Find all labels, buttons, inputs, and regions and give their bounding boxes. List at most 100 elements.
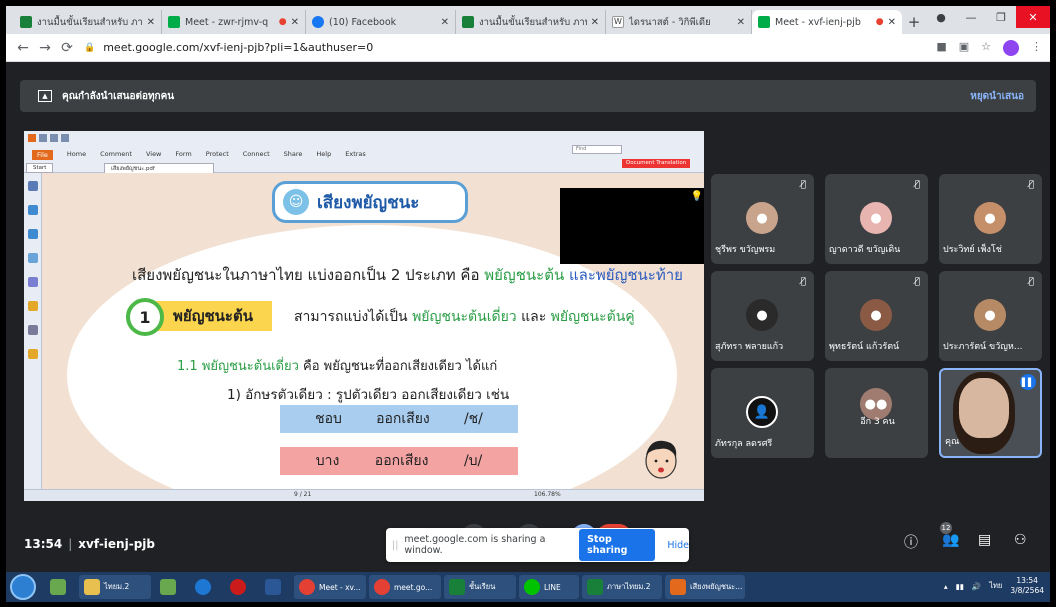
recording-icon: ● bbox=[278, 17, 287, 27]
participant-tile[interactable]: 🎙̸ ● ประภารัตน์ ขวัญห... bbox=[939, 271, 1042, 361]
participant-tile[interactable]: 🎙̸ ● ชุรีพร ขวัญพรม bbox=[711, 174, 814, 264]
close-tab-icon[interactable]: ✕ bbox=[888, 17, 896, 28]
page-indicator[interactable]: 9 / 21 bbox=[294, 491, 311, 498]
find-input[interactable]: Find bbox=[572, 145, 622, 154]
tab-classroom-1[interactable]: งานมื้นขั้นเรียนสำหรับ ภาษา ✕ bbox=[14, 10, 162, 34]
camera-indicator-icon[interactable]: ■ bbox=[936, 40, 946, 56]
close-tab-icon[interactable]: ✕ bbox=[591, 17, 599, 28]
hand-tool-icon[interactable] bbox=[28, 181, 38, 191]
participant-tile[interactable]: 👤 ภัทรกุล ลดรศรี bbox=[711, 368, 814, 458]
self-participant-tile[interactable]: ▌▌ คุณ bbox=[939, 368, 1042, 458]
avatar: ● bbox=[974, 202, 1006, 234]
tab-facebook[interactable]: (10) Facebook ✕ bbox=[306, 10, 456, 34]
shared-window: File Home Comment View Form Protect Conn… bbox=[24, 131, 704, 501]
menu-connect[interactable]: Connect bbox=[243, 150, 270, 160]
more-participants-tile[interactable]: ●● อีก 3 คน bbox=[825, 368, 928, 458]
menu-view[interactable]: View bbox=[146, 150, 161, 160]
profile-avatar[interactable] bbox=[1003, 39, 1019, 56]
maximize-button[interactable]: ❐ bbox=[986, 6, 1016, 28]
participant-tile[interactable]: 🎙̸ ● พุทธรัตน์ แก้วรัตน์ bbox=[825, 271, 928, 361]
print-icon[interactable] bbox=[50, 134, 58, 142]
menu-comment[interactable]: Comment bbox=[100, 150, 132, 160]
taskbar-item[interactable]: Meet - xv... bbox=[294, 575, 366, 599]
activities-icon[interactable]: ⚇ bbox=[1014, 532, 1027, 548]
minimize-button[interactable]: — bbox=[956, 6, 986, 28]
menu-file[interactable]: File bbox=[32, 150, 53, 160]
tray-arrow-icon[interactable]: ▴ bbox=[944, 582, 948, 591]
participant-tile[interactable]: 🎙̸ ● สุภัทรา พลายแก้ว bbox=[711, 271, 814, 361]
save-icon[interactable] bbox=[39, 134, 47, 142]
document-translation-button[interactable]: Document Translation bbox=[622, 159, 691, 168]
hide-button[interactable]: Hide bbox=[667, 540, 689, 551]
pages-icon[interactable] bbox=[28, 205, 38, 215]
cartoon-boy-illustration bbox=[645, 440, 677, 479]
taskbar-item[interactable]: meet.go... bbox=[369, 575, 441, 599]
taskbar-item[interactable]: ไทยม.2 bbox=[79, 575, 151, 599]
zoom-level[interactable]: 106.78% bbox=[534, 491, 561, 498]
tools-icon[interactable] bbox=[28, 325, 38, 335]
doc-tab-start[interactable]: Start bbox=[26, 163, 54, 173]
close-tab-icon[interactable]: ✕ bbox=[441, 17, 449, 28]
bookmarks-icon[interactable] bbox=[28, 229, 38, 239]
menu-share[interactable]: Share bbox=[284, 150, 303, 160]
present-screen-icon: ▲ bbox=[38, 90, 52, 102]
menu-protect[interactable]: Protect bbox=[206, 150, 229, 160]
new-tab-button[interactable]: + bbox=[902, 10, 926, 34]
menu-help[interactable]: Help bbox=[316, 150, 331, 160]
taskbar-item[interactable]: ภาษาไทยม.2 bbox=[582, 575, 662, 599]
volume-icon[interactable]: 🔊 bbox=[972, 582, 981, 591]
tab-wikipedia[interactable]: W ไดรนาสต์ - วิกิพีเดีย ✕ bbox=[606, 10, 752, 34]
close-tab-icon[interactable]: ✕ bbox=[737, 17, 745, 28]
taskbar-pinned-app[interactable] bbox=[259, 575, 291, 599]
tab-classroom-2[interactable]: งานมื้นขั้นเรียนสำหรับ ภาษา ✕ bbox=[456, 10, 606, 34]
word-icon bbox=[265, 579, 281, 595]
reader-ribbon: File Home Comment View Form Protect Conn… bbox=[24, 131, 704, 175]
attachment-icon[interactable] bbox=[28, 277, 38, 287]
close-tab-icon[interactable]: ✕ bbox=[291, 17, 299, 28]
info-icon[interactable]: ⓘ bbox=[904, 532, 918, 552]
undo-icon[interactable] bbox=[61, 134, 69, 142]
menu-dots-icon[interactable]: ⋮ bbox=[1031, 40, 1042, 56]
start-button[interactable] bbox=[10, 574, 36, 600]
taskbar-item[interactable]: ชั้นเรียน bbox=[444, 575, 516, 599]
chat-icon[interactable]: ▤ bbox=[978, 532, 991, 548]
url-field[interactable]: 🔒 meet.google.com/xvf-ienj-pjb?pli=1&aut… bbox=[84, 41, 373, 54]
security-icon[interactable] bbox=[28, 301, 38, 311]
taskbar-pinned-app[interactable] bbox=[224, 575, 256, 599]
participant-tile[interactable]: 🎙̸ ● ประวิทย์ เพ็งโช่ bbox=[939, 174, 1042, 264]
avatar: ● bbox=[974, 299, 1006, 331]
taskbar-item[interactable]: LINE bbox=[519, 575, 579, 599]
taskbar-item[interactable]: เสียงพยัญชนะ... bbox=[665, 575, 745, 599]
taskbar-pinned-app[interactable] bbox=[44, 575, 76, 599]
menu-extras[interactable]: Extras bbox=[345, 150, 366, 160]
menu-home[interactable]: Home bbox=[67, 150, 86, 160]
tab-meet-1[interactable]: Meet - zwr-rjmv-q ● ✕ bbox=[162, 10, 306, 34]
stop-presenting-button[interactable]: หยุดนำเสนอ bbox=[970, 89, 1024, 104]
people-icon[interactable]: 👥 12 bbox=[940, 522, 959, 548]
taskbar-pinned-app[interactable] bbox=[154, 575, 186, 599]
facebook-icon bbox=[312, 16, 324, 28]
stop-sharing-button[interactable]: Stop sharing bbox=[579, 529, 656, 561]
reload-button[interactable]: ⟳ bbox=[56, 40, 78, 56]
taskbar-pinned-app[interactable] bbox=[189, 575, 221, 599]
close-window-button[interactable]: ✕ bbox=[1016, 6, 1050, 28]
layers-icon[interactable] bbox=[28, 253, 38, 263]
clock[interactable]: 13:54 3/8/2564 bbox=[1010, 576, 1044, 596]
participant-tile[interactable]: 🎙̸ ● ญาดาวดี ขวัญเดิน bbox=[825, 174, 928, 264]
bookmark-star-icon[interactable]: ☆ bbox=[981, 40, 991, 56]
drag-handle-icon[interactable]: || bbox=[392, 540, 398, 551]
back-button[interactable]: ← bbox=[12, 40, 34, 56]
tab-meet-active[interactable]: Meet - xvf-ienj-pjb ● ✕ bbox=[752, 10, 902, 34]
profile-dot-icon[interactable]: ● bbox=[926, 6, 956, 28]
forward-button[interactable]: → bbox=[34, 40, 56, 56]
mic-off-icon: 🎙̸ bbox=[1028, 180, 1034, 190]
menu-form[interactable]: Form bbox=[175, 150, 191, 160]
wikipedia-icon: W bbox=[612, 16, 624, 28]
classroom-icon bbox=[462, 16, 474, 28]
comments-icon[interactable] bbox=[28, 349, 38, 359]
language-indicator[interactable]: ไทย bbox=[989, 580, 1002, 592]
slide-line-3: 1.1 พยัญชนะต้นเดี่ยว คือ พยัญชนะที่ออกเส… bbox=[177, 359, 498, 374]
close-tab-icon[interactable]: ✕ bbox=[147, 17, 155, 28]
network-icon[interactable]: ▮▮ bbox=[956, 582, 964, 591]
cast-icon[interactable]: ▣ bbox=[959, 40, 969, 56]
